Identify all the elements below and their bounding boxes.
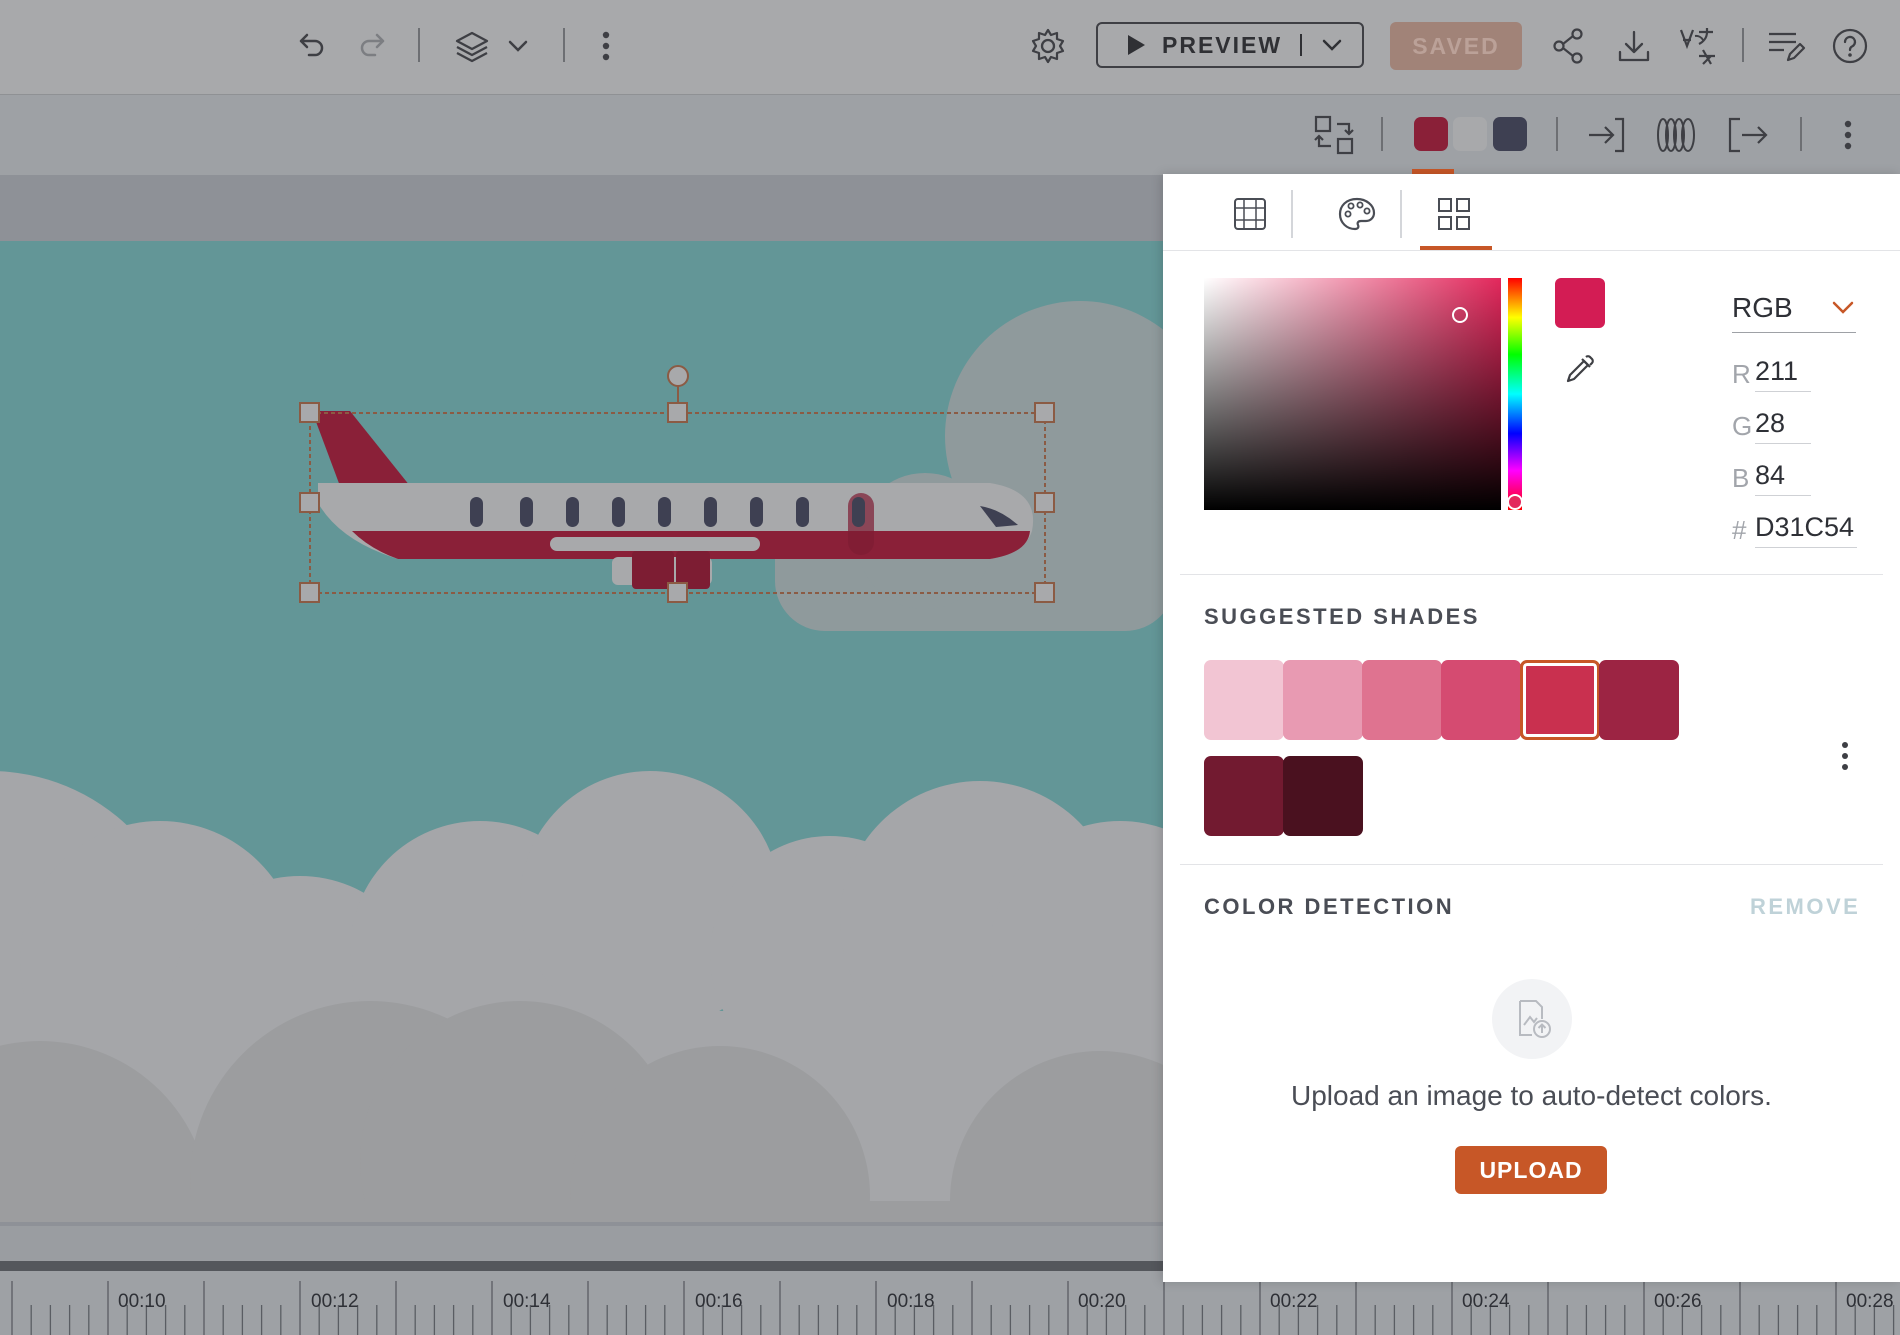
resize-handle-e[interactable] xyxy=(1034,492,1055,513)
cloud-shape xyxy=(775,301,1165,631)
suggested-shades-title: SUGGESTED SHADES xyxy=(1204,604,1480,629)
color-swatch-tertiary[interactable] xyxy=(1493,117,1527,151)
grid-icon xyxy=(1232,196,1268,232)
tab-palette[interactable] xyxy=(1321,184,1393,244)
share-icon[interactable] xyxy=(1544,22,1592,70)
shade-swatch[interactable] xyxy=(1283,756,1363,836)
section-divider xyxy=(1180,864,1883,865)
g-value-input[interactable]: 28 xyxy=(1755,408,1811,444)
enter-animation-icon[interactable] xyxy=(1582,111,1630,159)
toolbar-divider xyxy=(1556,117,1558,151)
hex-value-input[interactable]: D31C54 xyxy=(1755,512,1857,548)
shade-swatch[interactable] xyxy=(1283,660,1363,740)
timeline-tick-label: 00:20 xyxy=(1078,1291,1126,1312)
scene-canvas[interactable] xyxy=(0,241,1165,1226)
timeline-tick-label: 00:24 xyxy=(1462,1291,1510,1312)
resize-handle-sw[interactable] xyxy=(299,582,320,603)
shade-swatch[interactable] xyxy=(1204,660,1284,740)
edit-notes-icon[interactable] xyxy=(1762,22,1810,70)
resize-handle-ne[interactable] xyxy=(1034,402,1055,423)
more-vert-icon[interactable] xyxy=(582,22,630,70)
upload-hint-text: Upload an image to auto-detect colors. xyxy=(1291,1080,1772,1111)
r-value-input[interactable]: 211 xyxy=(1755,356,1811,392)
download-icon[interactable] xyxy=(1610,22,1658,70)
current-color-preview xyxy=(1555,278,1605,328)
b-label: B xyxy=(1732,463,1750,493)
shade-swatch[interactable] xyxy=(1362,660,1442,740)
r-label: R xyxy=(1732,359,1751,389)
resize-handle-w[interactable] xyxy=(299,492,320,513)
timeline-tick-label: 00:10 xyxy=(118,1291,166,1312)
resize-handle-se[interactable] xyxy=(1034,582,1055,603)
play-icon xyxy=(1126,34,1146,56)
shade-swatch[interactable] xyxy=(1204,756,1284,836)
timeline-tick-label: 00:14 xyxy=(503,1291,551,1312)
chevron-down-icon xyxy=(1830,298,1856,318)
timeline-tick-label: 00:28 xyxy=(1846,1291,1894,1312)
preview-divider xyxy=(1300,34,1303,56)
eyedropper-icon[interactable] xyxy=(1563,350,1599,386)
undo-icon[interactable] xyxy=(286,22,334,70)
toolbar-divider xyxy=(1381,117,1383,151)
hue-slider-thumb[interactable] xyxy=(1507,494,1523,510)
element-toolbar xyxy=(0,95,1900,175)
toolbar-divider xyxy=(563,28,565,62)
resize-handle-n[interactable] xyxy=(667,402,688,423)
color-swatch-primary[interactable] xyxy=(1414,117,1448,151)
resize-handle-nw[interactable] xyxy=(299,402,320,423)
chevron-down-icon[interactable] xyxy=(494,22,542,70)
tab-divider xyxy=(1400,190,1402,238)
translate-icon[interactable] xyxy=(1674,22,1722,70)
color-mode-label: RGB xyxy=(1732,292,1793,323)
remove-button[interactable]: REMOVE xyxy=(1750,894,1860,920)
layers-icon[interactable] xyxy=(448,22,496,70)
section-divider xyxy=(1180,574,1883,575)
chevron-down-icon[interactable] xyxy=(1320,33,1344,57)
palette-icon xyxy=(1337,196,1377,232)
color-detection-title: COLOR DETECTION xyxy=(1204,894,1455,919)
hex-label: # xyxy=(1732,515,1747,545)
timeline-tick-label: 00:16 xyxy=(695,1291,743,1312)
timeline-tick-label: 00:26 xyxy=(1654,1291,1702,1312)
shade-swatch[interactable] xyxy=(1441,660,1521,740)
toolbar-divider xyxy=(1800,117,1802,151)
hue-slider[interactable] xyxy=(1508,278,1522,510)
timeline-tick-label: 00:18 xyxy=(887,1291,935,1312)
canvas-header-strip xyxy=(0,175,1165,241)
tab-bar-divider xyxy=(1163,250,1900,251)
tab-divider xyxy=(1291,190,1293,238)
image-upload-icon xyxy=(1492,979,1572,1059)
help-icon[interactable] xyxy=(1826,22,1874,70)
upload-button[interactable]: UPLOAD xyxy=(1455,1146,1607,1194)
resize-handle-s[interactable] xyxy=(667,582,688,603)
rotate-handle[interactable] xyxy=(667,365,689,387)
toolbar-divider xyxy=(418,28,420,62)
saturation-cursor[interactable] xyxy=(1452,307,1468,323)
b-value-input[interactable]: 84 xyxy=(1755,460,1811,496)
timeline-tick-label: 00:22 xyxy=(1270,1291,1318,1312)
timeline-scrubber-track[interactable] xyxy=(0,1261,1165,1271)
preview-label: PREVIEW xyxy=(1162,31,1283,58)
saved-button[interactable]: SAVED xyxy=(1390,22,1522,70)
top-toolbar: PREVIEW SAVED xyxy=(0,0,1900,95)
settings-icon[interactable] xyxy=(1024,22,1072,70)
more-vert-icon[interactable] xyxy=(1824,111,1872,159)
swap-layout-icon[interactable] xyxy=(1310,111,1358,159)
shade-swatch[interactable] xyxy=(1520,660,1600,740)
timeline-tick-label: 00:12 xyxy=(311,1291,359,1312)
exit-animation-icon[interactable] xyxy=(1724,111,1772,159)
more-vert-icon[interactable] xyxy=(1833,734,1857,778)
swatches-icon xyxy=(1437,197,1471,231)
motion-icon[interactable] xyxy=(1652,111,1700,159)
redo-icon[interactable] xyxy=(350,22,398,70)
color-swatch-secondary[interactable] xyxy=(1453,117,1487,151)
g-label: G xyxy=(1732,411,1753,441)
color-picker-panel: RGB R 211 G 28 B 84 # D31C54 SUGGESTED S… xyxy=(1163,174,1900,1282)
toolbar-divider xyxy=(1742,28,1744,62)
shade-swatch[interactable] xyxy=(1599,660,1679,740)
tab-grid[interactable] xyxy=(1214,184,1286,244)
color-mode-select[interactable]: RGB xyxy=(1732,284,1856,333)
preview-button[interactable]: PREVIEW xyxy=(1096,22,1364,68)
tab-swatches[interactable] xyxy=(1418,184,1490,244)
